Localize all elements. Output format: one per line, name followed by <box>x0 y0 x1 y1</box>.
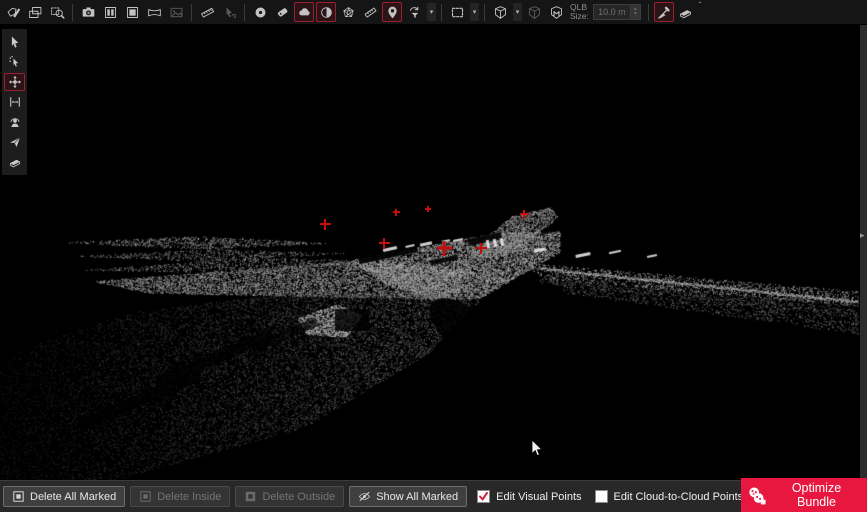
center-view-icon[interactable] <box>4 93 25 111</box>
qlb-size-field: QLBSize:10.0 m▲▼ <box>570 3 641 22</box>
eraser-3d-icon[interactable] <box>676 2 696 22</box>
box-m-icon[interactable] <box>546 2 566 22</box>
delete-all-marked-label: Delete All Marked <box>30 491 116 503</box>
wireframe-star-icon[interactable] <box>338 2 358 22</box>
cursor-query-icon[interactable] <box>219 2 239 22</box>
edit-cloud-to-cloud-label: Edit Cloud-to-Cloud Points <box>614 491 744 503</box>
tie-point-marker[interactable] <box>437 241 452 256</box>
tie-point-marker[interactable] <box>520 210 529 219</box>
delete-outside-icon <box>244 490 257 503</box>
sphere-render-icon[interactable] <box>316 2 336 22</box>
split-view-icon[interactable] <box>100 2 120 22</box>
toolbar-group <box>78 2 186 22</box>
select-points-icon[interactable] <box>4 53 25 71</box>
toolbar-group <box>197 2 239 22</box>
trowel-icon[interactable] <box>654 2 674 22</box>
person-view-icon[interactable] <box>4 113 25 131</box>
image-view-icon[interactable] <box>166 2 186 22</box>
edit-visual-points-label: Edit Visual Points <box>496 491 581 503</box>
toolbar-group <box>3 2 67 22</box>
cascade-windows-icon[interactable] <box>25 2 45 22</box>
rotate-filter-icon[interactable] <box>404 2 424 22</box>
toolbar-separator <box>244 4 245 21</box>
select-cursor-icon[interactable] <box>4 33 25 51</box>
show-all-marked-button[interactable]: Show All Marked <box>349 486 467 507</box>
toolbar-group: ▾ QLBSize:10.0 m▲▼ <box>490 2 643 22</box>
toolbar-separator <box>648 4 649 21</box>
qlb-size-value[interactable]: 10.0 m <box>593 4 631 20</box>
tie-point-marker[interactable] <box>425 206 431 212</box>
ruler-icon[interactable] <box>360 2 380 22</box>
disc-icon[interactable] <box>250 2 270 22</box>
checkbox-box[interactable] <box>595 490 608 503</box>
delete-outside-button[interactable]: Delete Outside <box>235 486 344 507</box>
point-cloud-icon[interactable] <box>294 2 314 22</box>
camera-icon[interactable] <box>78 2 98 22</box>
zoom-region-icon[interactable] <box>47 2 67 22</box>
bounding-box-icon[interactable] <box>490 2 510 22</box>
bottom-toolbar: Delete All Marked Delete Inside Delete O… <box>0 480 867 512</box>
toolbar-group: ˇ <box>654 2 702 22</box>
toolbar-separator <box>72 4 73 21</box>
edit-cloud-to-cloud-checkbox[interactable]: Edit Cloud-to-Cloud Points <box>595 490 744 503</box>
toolbar-separator <box>191 4 192 21</box>
edit-visual-points-checkbox[interactable]: Edit Visual Points <box>477 490 581 503</box>
optimize-bundle-button[interactable]: Optimize Bundle <box>741 478 867 512</box>
marquee-select-icon-dropdown[interactable]: ▾ <box>470 3 479 21</box>
tie-point-marker[interactable] <box>476 243 487 254</box>
show-all-marked-label: Show All Marked <box>376 491 458 503</box>
tie-point-marker[interactable] <box>379 238 390 249</box>
toolbar-separator <box>484 4 485 21</box>
delete-inside-button[interactable]: Delete Inside <box>130 486 230 507</box>
location-pin-icon[interactable] <box>382 2 402 22</box>
fly-navigation-icon[interactable] <box>4 133 25 151</box>
delete-all-marked-button[interactable]: Delete All Marked <box>3 486 125 507</box>
checkbox-box[interactable] <box>477 490 490 503</box>
optimize-bundle-icon <box>747 486 766 505</box>
marquee-select-icon[interactable] <box>447 2 467 22</box>
pan-move-icon[interactable] <box>4 73 25 91</box>
optimize-bundle-label: Optimize Bundle <box>772 481 861 509</box>
rotate-filter-icon-dropdown[interactable]: ▾ <box>427 3 436 21</box>
tag-icon[interactable] <box>272 2 292 22</box>
eraser-tool-icon[interactable] <box>4 153 25 171</box>
delete-marked-icon <box>12 490 25 503</box>
toolbar-separator <box>441 4 442 21</box>
delete-inside-icon <box>139 490 152 503</box>
qlb-size-label: QLBSize: <box>570 3 589 22</box>
delete-inside-label: Delete Inside <box>157 491 221 503</box>
expand-panel-icon[interactable]: ▸ <box>860 230 865 241</box>
eraser-3d-icon-caret[interactable]: ˇ <box>699 2 702 10</box>
eye-slash-icon <box>358 490 371 503</box>
delete-outside-label: Delete Outside <box>262 491 335 503</box>
point-cloud-viewport[interactable] <box>0 24 867 480</box>
top-toolbar: ▾ ▾ ▾ QLBSize:10.0 m▲▼ ˇ <box>0 0 867 25</box>
tie-point-marker[interactable] <box>393 209 400 216</box>
mouse-cursor <box>531 439 543 457</box>
toolbar-group: ▾ <box>447 2 479 22</box>
right-panel-handle[interactable]: ▸ <box>860 24 867 480</box>
box-dim-icon[interactable] <box>524 2 544 22</box>
tie-point-marker[interactable] <box>320 219 331 230</box>
bounding-box-icon-dropdown[interactable]: ▾ <box>513 3 522 21</box>
solid-view-icon[interactable] <box>122 2 142 22</box>
qlb-size-spinner[interactable]: ▲▼ <box>631 4 641 20</box>
rename-tag-icon[interactable] <box>3 2 23 22</box>
measure-icon[interactable] <box>197 2 217 22</box>
tool-sidebar <box>2 29 27 175</box>
panorama-icon[interactable] <box>144 2 164 22</box>
application-window: ▾ ▾ ▾ QLBSize:10.0 m▲▼ ˇ ▸ Delete All Marked… <box>0 0 867 512</box>
point-cloud-canvas[interactable] <box>0 24 867 480</box>
toolbar-group: ▾ <box>250 2 436 22</box>
